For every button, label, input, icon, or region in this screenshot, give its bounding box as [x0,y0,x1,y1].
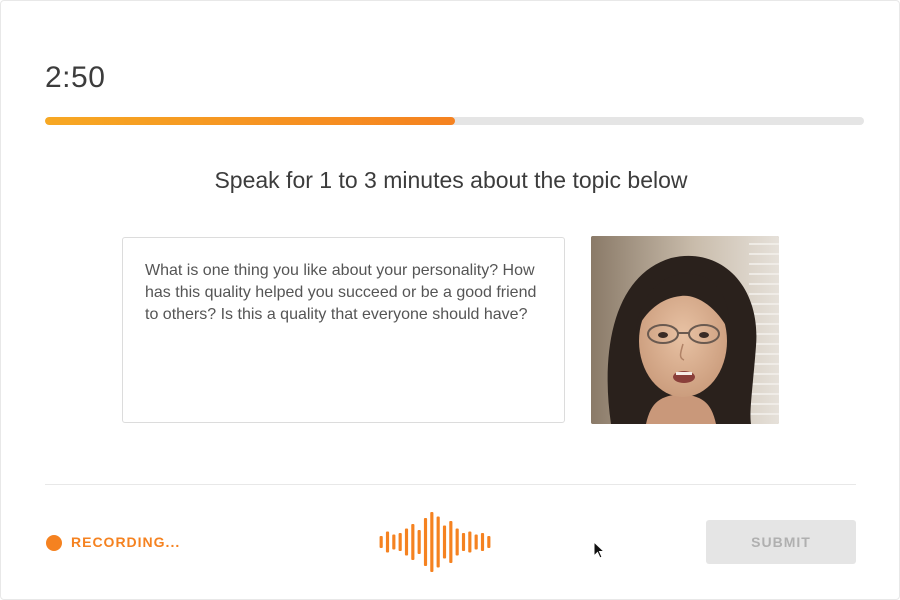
waveform-bar [442,525,447,559]
record-dot-icon [46,535,62,551]
waveform-bar [455,528,459,556]
speaking-test-screen: 2:50 Speak for 1 to 3 minutes about the … [0,0,900,600]
timer-progress-bar [45,117,864,125]
waveform-bar [398,533,402,551]
waveform-bar [487,536,491,548]
waveform-bar [436,516,440,568]
audio-waveform-icon [379,512,491,572]
waveform-bar [423,518,428,566]
waveform-bar [480,533,485,551]
footer-divider [45,484,856,485]
waveform-bar [468,531,472,553]
waveform-bar [392,534,396,550]
waveform-bar [404,528,409,556]
waveform-bar [417,530,421,554]
topic-question-box: What is one thing you like about your pe… [122,237,565,423]
timer-progress-fill [45,117,455,125]
submit-button[interactable]: SUBMIT [706,520,856,564]
instruction-heading: Speak for 1 to 3 minutes about the topic… [214,167,688,193]
waveform-bar [379,536,383,548]
waveform-bar [474,534,478,550]
waveform-bar [449,521,453,563]
mouse-cursor-icon [593,541,605,559]
webcam-preview [591,236,779,424]
waveform-bar [430,512,434,572]
countdown-timer: 2:50 [45,61,106,94]
waveform-bar [461,533,466,551]
waveform-bar [385,531,390,553]
recording-status-label: RECORDING... [71,534,181,550]
waveform-bar [411,524,415,560]
webcam-feed-image [591,236,779,424]
